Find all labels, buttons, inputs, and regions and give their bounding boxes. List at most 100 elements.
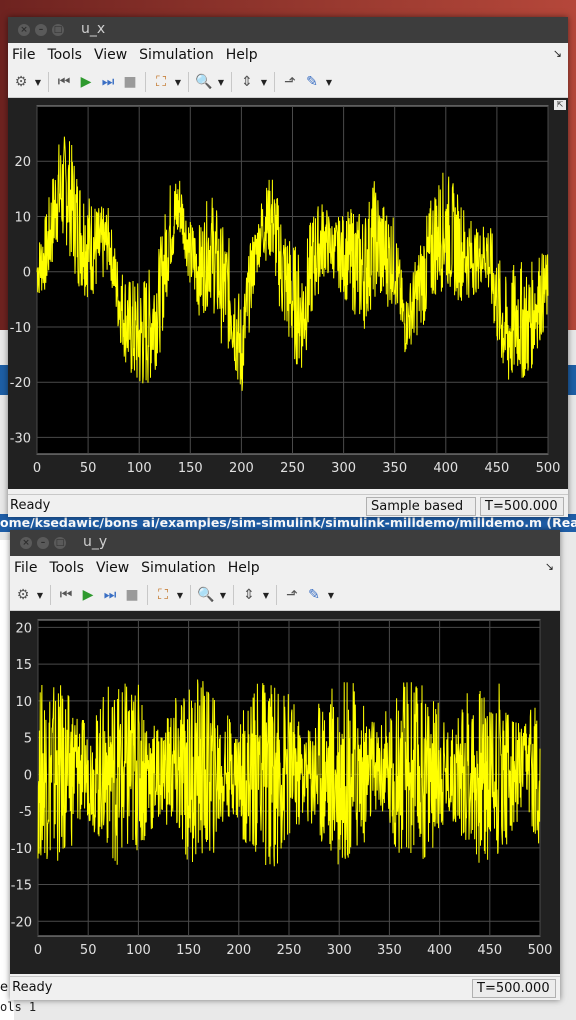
highlight-block-icon[interactable]: ⛶: [153, 585, 173, 605]
x-tick-label: 200: [229, 461, 254, 476]
x-tick-label: 50: [80, 943, 97, 958]
minimize-icon[interactable]: –: [35, 24, 47, 36]
y-tick-label: 15: [15, 658, 32, 673]
x-tick-label: 0: [34, 943, 42, 958]
y-tick-label: 0: [24, 768, 32, 783]
x-tick-label: 150: [176, 943, 201, 958]
triggers-icon[interactable]: ⬏: [282, 585, 302, 605]
edit-style-icon[interactable]: ✎: [302, 72, 322, 92]
scope-window-u-x: × – □ u_x File Tools View Simulation Hel…: [8, 17, 568, 517]
x-tick-label: 100: [126, 943, 151, 958]
status-ready: e Ready: [0, 980, 53, 995]
scale-dropdown-icon[interactable]: ▼: [259, 72, 269, 92]
x-tick-label: 350: [382, 461, 407, 476]
scope-plot[interactable]: 0 50 100 150 200 250 300 350 400 450 500-20-15-10-…: [10, 611, 560, 974]
dock-icon[interactable]: ↘: [553, 47, 562, 60]
toolbar: ⚙ ▼ ⏮ ▶ ⏭ ■ ⛶ ▼ 🔍 ▼ ⇕ ▼ ⬏ ✎ ▼: [10, 580, 560, 611]
plot-area[interactable]: 0 50 100 150 200 250 300 350 400 450 500 -30 -20 -10 0…: [8, 98, 568, 489]
menu-tools[interactable]: Tools: [43, 560, 90, 576]
window-title: u_y: [83, 534, 108, 550]
x-tick-label: 500: [536, 461, 561, 476]
zoom-icon[interactable]: 🔍: [196, 585, 216, 605]
y-tick-label: 10: [15, 695, 32, 710]
sample-mode: Sample based: [366, 497, 476, 516]
scale-axes-icon[interactable]: ⇕: [237, 72, 257, 92]
y-tick-label: -15: [11, 879, 32, 894]
toolbar-separator: [190, 585, 191, 605]
status-bar: e Ready T=500.000: [0, 976, 560, 999]
menu-bar: File Tools View Simulation Help ↘: [8, 43, 568, 67]
scale-dropdown-icon[interactable]: ▼: [261, 585, 271, 605]
toolbar-separator: [50, 585, 51, 605]
settings-dropdown-icon[interactable]: ▼: [35, 585, 45, 605]
step-forward-icon[interactable]: ⏭: [98, 72, 118, 92]
triggers-icon[interactable]: ⬏: [280, 72, 300, 92]
settings-gear-icon[interactable]: ⚙: [13, 585, 33, 605]
zoom-dropdown-icon[interactable]: ▼: [216, 72, 226, 92]
window-title: u_x: [81, 21, 106, 37]
y-tick-label: 20: [14, 155, 31, 170]
menu-simulation[interactable]: Simulation: [135, 560, 222, 576]
x-tick-label: 50: [80, 461, 97, 476]
y-tick-label: -10: [10, 321, 31, 336]
minimize-icon[interactable]: –: [37, 537, 49, 549]
step-back-icon[interactable]: ⏮: [56, 585, 76, 605]
toolbar-separator: [274, 72, 275, 92]
dock-icon[interactable]: ↘: [545, 560, 554, 573]
maximize-icon[interactable]: □: [52, 24, 64, 36]
run-icon[interactable]: ▶: [76, 72, 96, 92]
toolbar-separator: [276, 585, 277, 605]
y-tick-label: 20: [15, 621, 32, 636]
x-tick-label: 500: [528, 943, 553, 958]
run-icon[interactable]: ▶: [78, 585, 98, 605]
highlight-block-icon[interactable]: ⛶: [151, 72, 171, 92]
y-tick-label: 0: [23, 266, 31, 281]
menu-help[interactable]: Help: [220, 47, 264, 63]
menu-file[interactable]: File: [8, 47, 41, 63]
menu-view[interactable]: View: [88, 47, 133, 63]
sim-time: T=500.000: [480, 497, 564, 516]
title-bar[interactable]: × – □ u_x: [8, 17, 568, 43]
style-dropdown-icon[interactable]: ▼: [326, 585, 336, 605]
status-bar: Ready Sample based T=500.000: [8, 494, 568, 517]
y-tick-label: -5: [19, 805, 32, 820]
x-tick-label: 400: [433, 461, 458, 476]
scale-axes-icon[interactable]: ⇕: [239, 585, 259, 605]
close-icon[interactable]: ×: [20, 537, 32, 549]
x-tick-label: 350: [377, 943, 402, 958]
highlight-dropdown-icon[interactable]: ▼: [175, 585, 185, 605]
highlight-dropdown-icon[interactable]: ▼: [173, 72, 183, 92]
settings-gear-icon[interactable]: ⚙: [11, 72, 31, 92]
x-tick-label: 300: [327, 943, 352, 958]
toolbar-separator: [48, 72, 49, 92]
menu-simulation[interactable]: Simulation: [133, 47, 220, 63]
settings-dropdown-icon[interactable]: ▼: [33, 72, 43, 92]
step-back-icon[interactable]: ⏮: [54, 72, 74, 92]
menu-view[interactable]: View: [90, 560, 135, 576]
x-tick-label: 300: [331, 461, 356, 476]
menu-help[interactable]: Help: [222, 560, 266, 576]
toolbar-separator: [231, 72, 232, 92]
zoom-dropdown-icon[interactable]: ▼: [218, 585, 228, 605]
style-dropdown-icon[interactable]: ▼: [324, 72, 334, 92]
zoom-icon[interactable]: 🔍: [194, 72, 214, 92]
menu-file[interactable]: File: [10, 560, 43, 576]
toolbar-separator: [145, 72, 146, 92]
edit-style-icon[interactable]: ✎: [304, 585, 324, 605]
undock-icon[interactable]: ⇱: [554, 100, 566, 110]
step-forward-icon[interactable]: ⏭: [100, 585, 120, 605]
menu-tools[interactable]: Tools: [41, 47, 88, 63]
x-tick-label: 450: [477, 943, 502, 958]
stop-icon[interactable]: ■: [120, 72, 140, 92]
toolbar-separator: [188, 72, 189, 92]
toolbar: ⚙ ▼ ⏮ ▶ ⏭ ■ ⛶ ▼ 🔍 ▼ ⇕ ▼ ⬏ ✎ ▼: [8, 67, 568, 98]
plot-area[interactable]: 0 50 100 150 200 250 300 350 400 450 500 -20 -15 -10-…: [10, 611, 560, 974]
title-bar[interactable]: × – □ u_y: [10, 530, 560, 556]
close-icon[interactable]: ×: [18, 24, 30, 36]
stop-icon[interactable]: ■: [122, 585, 142, 605]
scope-plot[interactable]: 0 50 100 150 200 250 300 350 400 450 500 -30 -20 -10 0…: [8, 98, 568, 489]
maximize-icon[interactable]: □: [54, 537, 66, 549]
background-command-line: ols 1: [0, 1000, 37, 1014]
x-tick-label: 100: [127, 461, 152, 476]
y-tick-label: 5: [24, 732, 32, 747]
